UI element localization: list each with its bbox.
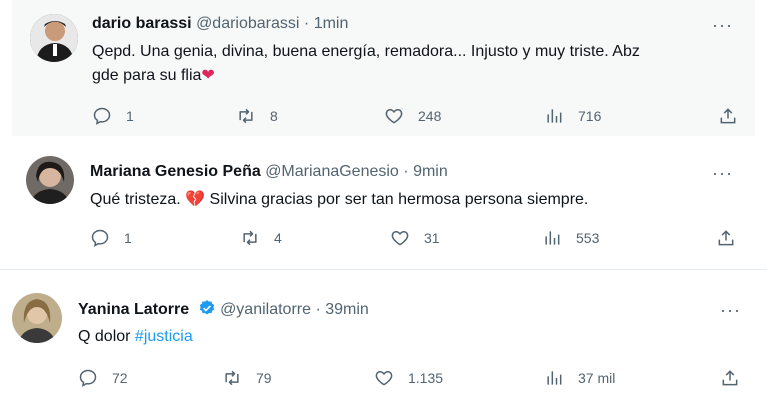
- tweet-text: Q dolor #justicia: [78, 325, 718, 349]
- tweet-actions: 1 4 31 553: [90, 228, 740, 252]
- display-name[interactable]: dario barassi: [92, 15, 192, 32]
- views-icon: [547, 109, 562, 123]
- retweet-count: 8: [270, 108, 278, 124]
- views-button[interactable]: 716: [544, 106, 601, 126]
- reply-count: 1: [126, 108, 134, 124]
- verified-badge-icon: [199, 300, 214, 315]
- divider: [0, 269, 767, 270]
- like-button[interactable]: 1.135: [374, 368, 443, 388]
- separator: ·: [403, 163, 409, 180]
- separator: ·: [303, 15, 310, 32]
- reply-icon: [91, 229, 109, 247]
- retweet-count: 79: [256, 370, 272, 386]
- reply-button[interactable]: 72: [78, 368, 128, 388]
- timestamp[interactable]: 9min: [413, 163, 448, 180]
- reply-count: 1: [124, 230, 132, 246]
- tweet-text-line: gde para su flia: [92, 67, 202, 84]
- share-button[interactable]: [716, 228, 736, 248]
- timestamp[interactable]: 1min: [314, 15, 349, 32]
- tweet-text: Qué tristeza. 💔 Silvina gracias por ser …: [90, 188, 730, 212]
- retweet-icon: [243, 230, 257, 246]
- reply-icon: [79, 369, 97, 387]
- more-options-icon[interactable]: ···: [712, 16, 733, 34]
- heart-icon: [391, 230, 409, 246]
- separator: ·: [315, 301, 321, 318]
- share-icon: [720, 108, 736, 124]
- views-button[interactable]: 37 mil: [544, 368, 615, 388]
- retweet-icon: [225, 370, 239, 386]
- share-icon: [718, 230, 734, 246]
- tweet-text: Qepd. Una genia, divina, buena energía, …: [92, 40, 742, 88]
- reply-count: 72: [112, 370, 128, 386]
- handle[interactable]: @yanilatorre: [220, 301, 311, 318]
- view-count: 553: [576, 230, 600, 246]
- display-name[interactable]: Mariana Genesio Peña: [90, 163, 261, 180]
- views-button[interactable]: 553: [542, 228, 599, 248]
- reply-icon: [93, 107, 111, 125]
- share-button[interactable]: [720, 368, 740, 388]
- like-button[interactable]: 248: [384, 106, 441, 126]
- red-heart-emoji: ❤: [201, 67, 215, 84]
- hashtag-link[interactable]: #justicia: [135, 328, 193, 345]
- tweet-actions: 1 8 248 716: [92, 106, 742, 130]
- like-count: 248: [418, 108, 442, 124]
- view-count: 37 mil: [578, 370, 616, 386]
- views-icon: [547, 371, 562, 385]
- tweet-text-prefix: Qué tristeza.: [90, 191, 181, 208]
- more-options-icon[interactable]: ···: [720, 301, 741, 319]
- avatar[interactable]: [12, 293, 62, 343]
- retweet-icon: [239, 108, 253, 124]
- display-name[interactable]: Yanina Latorre: [78, 301, 189, 318]
- share-icon: [722, 370, 738, 386]
- like-count: 31: [424, 230, 440, 246]
- retweet-button[interactable]: 4: [240, 228, 282, 248]
- heart-icon: [385, 108, 403, 124]
- tweet-text-line: Qepd. Una genia, divina, buena energía, …: [92, 43, 640, 60]
- retweet-button[interactable]: 79: [222, 368, 272, 388]
- avatar[interactable]: [26, 156, 74, 204]
- tweet-actions: 72 79 1.135 37 mil: [78, 368, 748, 392]
- reply-button[interactable]: 1: [90, 228, 132, 248]
- tweet[interactable]: dario barassi @dariobarassi · 1min ··· Q…: [12, 0, 755, 136]
- view-count: 716: [578, 108, 602, 124]
- tweet[interactable]: Mariana Genesio Peña @MarianaGenesio · 9…: [10, 146, 755, 262]
- broken-heart-emoji: 💔: [185, 191, 206, 208]
- handle[interactable]: @dariobarassi: [196, 15, 299, 32]
- tweet-text-suffix: Silvina gracias por ser tan hermosa pers…: [209, 191, 589, 208]
- heart-icon: [375, 370, 393, 386]
- like-count: 1.135: [408, 370, 444, 386]
- handle[interactable]: @MarianaGenesio: [265, 163, 399, 180]
- tweet-text-prefix: Q dolor: [78, 328, 131, 345]
- reply-button[interactable]: 1: [92, 106, 134, 126]
- share-button[interactable]: [718, 106, 738, 126]
- retweet-count: 4: [274, 230, 282, 246]
- retweet-button[interactable]: 8: [236, 106, 278, 126]
- avatar[interactable]: [30, 14, 78, 62]
- tweet[interactable]: Yanina Latorre @yanilatorre · 39min ··· …: [0, 279, 767, 414]
- like-button[interactable]: 31: [390, 228, 440, 248]
- views-icon: [545, 231, 560, 245]
- more-options-icon[interactable]: ···: [712, 164, 733, 182]
- timestamp[interactable]: 39min: [325, 301, 369, 318]
